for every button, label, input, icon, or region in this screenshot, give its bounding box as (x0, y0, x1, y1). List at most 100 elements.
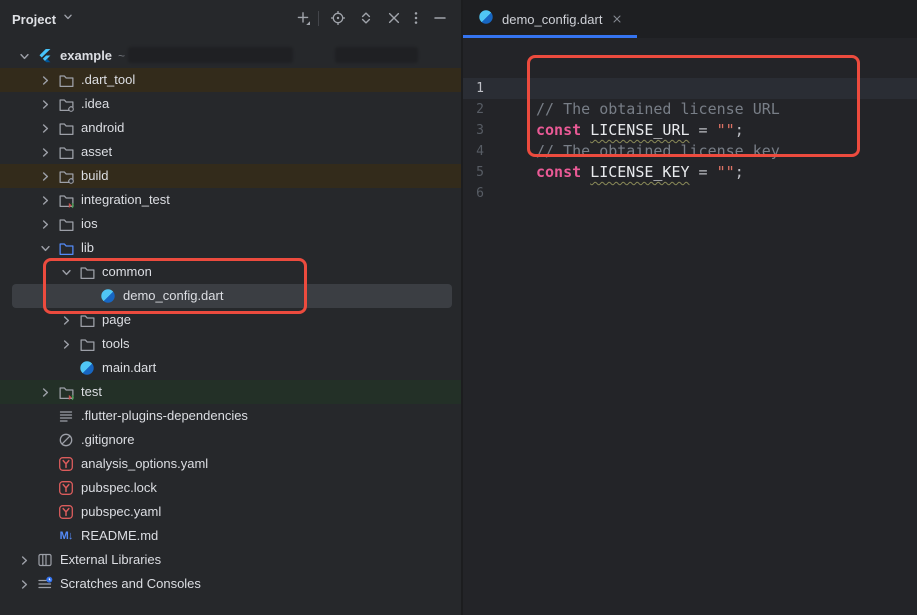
editor-tab-demo-config[interactable]: demo_config.dart (463, 0, 636, 38)
tree-item-test[interactable]: test (0, 380, 461, 404)
tree-item-label: common (102, 264, 152, 279)
chevron-right-icon[interactable] (37, 384, 53, 400)
code-token-identifier: LICENSE_URL (590, 121, 689, 139)
editor-code-area[interactable]: 12 // The obtained license URL 3 const LICE… (463, 38, 917, 615)
tree-item-ios[interactable]: ios (0, 212, 461, 236)
chevron-right-icon[interactable] (37, 144, 53, 160)
redacted-path (335, 47, 418, 63)
tree-item-label: android (81, 120, 124, 135)
folder-icon (78, 311, 96, 329)
tree-item-label: build (81, 168, 108, 183)
tree-item-pubspec-yaml[interactable]: pubspec.yaml (0, 500, 461, 524)
tree-item-label: tools (102, 336, 129, 351)
folder-source-icon (57, 239, 75, 257)
tree-item-android[interactable]: android (0, 116, 461, 140)
code-token-plain: ; (735, 121, 744, 139)
chevron-right-icon[interactable] (37, 72, 53, 88)
folder-icon (78, 263, 96, 281)
tree-item-common[interactable]: common (0, 260, 461, 284)
tree-item-demo-config-dart[interactable]: demo_config.dart (0, 284, 461, 308)
code-token-plain (581, 121, 590, 139)
tree-item-analysis-options-yaml[interactable]: analysis_options.yaml (0, 452, 461, 476)
chevron-right-icon[interactable] (37, 96, 53, 112)
tree-item-scratches-and-consoles[interactable]: Scratches and Consoles (0, 572, 461, 596)
flutter-icon (36, 47, 54, 65)
scratches-icon (36, 575, 54, 593)
tree-item-label: asset (81, 144, 112, 159)
tree-item-integration-test[interactable]: integration_test (0, 188, 461, 212)
code-line: // The obtained license URL (536, 99, 780, 120)
chevron-down-icon[interactable] (16, 48, 32, 64)
tree-item-pubspec-lock[interactable]: pubspec.lock (0, 476, 461, 500)
code-token-plain (581, 163, 590, 181)
line-number[interactable]: 1 (463, 78, 484, 99)
text-file-icon (57, 407, 75, 425)
tree-item-label: .flutter-plugins-dependencies (81, 408, 248, 423)
project-tree: example~ .dart_tool .idea android asset build… (0, 0, 461, 615)
chevron-right-icon[interactable] (58, 336, 74, 352)
editor-area: demo_config.dart 12 // The obtained licen… (463, 0, 917, 615)
tree-item-lib[interactable]: lib (0, 236, 461, 260)
ide-window: Project example~.dart_tool.ideaandroidas… (0, 0, 917, 615)
tree-item-label: .gitignore (81, 432, 134, 447)
dart-icon (78, 359, 96, 377)
code-token-plain: = (690, 121, 717, 139)
chevron-right-icon[interactable] (16, 552, 32, 568)
folder-icon (57, 71, 75, 89)
tree-item-asset[interactable]: asset (0, 140, 461, 164)
chevron-right-icon[interactable] (16, 576, 32, 592)
line-number[interactable]: 4 (463, 141, 484, 162)
dart-file-icon (478, 9, 494, 30)
code-token-string: "" (717, 163, 735, 181)
code-token-comment: // The obtained license key (536, 142, 780, 160)
chevron-right-icon[interactable] (37, 120, 53, 136)
tree-item-page[interactable]: page (0, 308, 461, 332)
line-number[interactable]: 5 (463, 162, 484, 183)
chevron-down-icon[interactable] (58, 264, 74, 280)
tree-item-gitignore[interactable]: .gitignore (0, 428, 461, 452)
tree-item-idea[interactable]: .idea (0, 92, 461, 116)
code-line: // The obtained license key (536, 141, 780, 162)
tab-title: demo_config.dart (502, 12, 602, 27)
code-token-keyword: const (536, 163, 581, 181)
project-tool-window: Project example~.dart_tool.ideaandroidas… (0, 0, 461, 615)
tree-item-tools[interactable]: tools (0, 332, 461, 356)
close-tab-icon[interactable] (610, 12, 624, 26)
tree-item-label: analysis_options.yaml (81, 456, 208, 471)
chevron-right-icon[interactable] (37, 168, 53, 184)
current-line-highlight (463, 78, 917, 99)
tree-item-dart-tool[interactable]: .dart_tool (0, 68, 461, 92)
code-token-comment: // The obtained license URL (536, 100, 780, 118)
chevron-right-icon[interactable] (37, 216, 53, 232)
selected-row-highlight (12, 284, 452, 308)
tree-item-readme-md[interactable]: M↓README.md (0, 524, 461, 548)
tree-item-label: External Libraries (60, 552, 161, 567)
ignore-icon (57, 431, 75, 449)
folder-settings-icon (57, 95, 75, 113)
line-number[interactable]: 2 (463, 99, 484, 120)
line-number[interactable]: 6 (463, 183, 484, 204)
tree-item-external-libraries[interactable]: External Libraries (0, 548, 461, 572)
yaml-icon (57, 455, 75, 473)
line-number[interactable]: 3 (463, 120, 484, 141)
chevron-down-icon[interactable] (37, 240, 53, 256)
tree-item-flutter-plugins-dependencies[interactable]: .flutter-plugins-dependencies (0, 404, 461, 428)
tree-item-main-dart[interactable]: main.dart (0, 356, 461, 380)
project-path-hint: ~ (118, 49, 125, 63)
chevron-right-icon[interactable] (58, 312, 74, 328)
tree-item-example[interactable]: example~ (0, 44, 461, 68)
tree-item-label: demo_config.dart (123, 288, 223, 303)
chevron-right-icon[interactable] (37, 192, 53, 208)
tree-item-label: .dart_tool (81, 72, 135, 87)
yaml-icon (57, 503, 75, 521)
redacted-path (128, 47, 293, 63)
tree-item-label: ios (81, 216, 98, 231)
tree-item-label: pubspec.lock (81, 480, 157, 495)
folder-icon (57, 119, 75, 137)
yaml-icon (57, 479, 75, 497)
tree-item-label: main.dart (102, 360, 156, 375)
folder-test-icon (57, 191, 75, 209)
tree-item-build[interactable]: build (0, 164, 461, 188)
folder-icon (57, 143, 75, 161)
tree-item-label: integration_test (81, 192, 170, 207)
